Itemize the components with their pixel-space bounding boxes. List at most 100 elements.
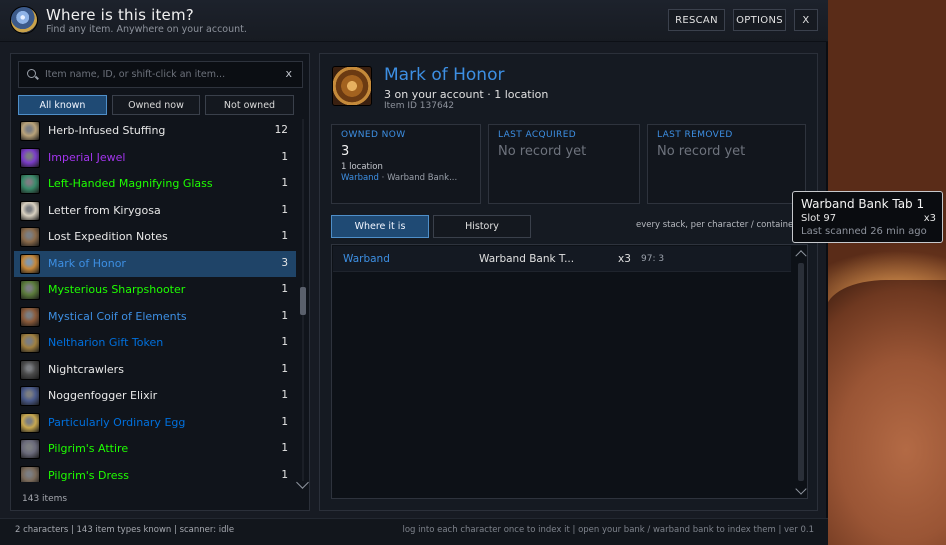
- dress-icon: [20, 465, 40, 482]
- tooltip-title: Warband Bank Tab 1: [801, 197, 925, 211]
- stuffing-icon: [20, 121, 40, 141]
- list-item[interactable]: Particularly Ordinary Egg 1: [14, 410, 296, 437]
- row-quantity: x3: [618, 253, 631, 265]
- attire-icon: [20, 439, 40, 459]
- mark-of-honor-icon: [20, 253, 40, 274]
- magnifying-glass-icon: [20, 174, 40, 194]
- item-name-label: Nightcrawlers: [48, 362, 124, 376]
- search-placeholder: Item name, ID, or shift-click an item...: [45, 69, 226, 80]
- item-list-scrollbar[interactable]: [300, 119, 306, 481]
- game-world-background: [826, 0, 946, 545]
- last-removed-card: LAST REMOVED No record yet: [647, 124, 806, 204]
- coif-icon: [20, 306, 40, 327]
- scroll-up-icon[interactable]: [795, 250, 807, 262]
- list-item[interactable]: Neltharion Gift Token 1: [14, 330, 296, 357]
- list-item[interactable]: Mark of Honor 3: [14, 250, 296, 277]
- item-name-label: Pilgrim's Dress: [48, 468, 130, 482]
- item-id: Item ID 137642: [384, 101, 455, 111]
- item-count-label: 1: [281, 283, 288, 295]
- last-acquired-value: No record yet: [498, 144, 587, 159]
- mark-of-honor-icon: [332, 66, 372, 106]
- item-count-label: 1: [281, 415, 288, 428]
- list-item[interactable]: Lost Expedition Notes 1: [14, 224, 296, 251]
- owned-location-count: 1 location: [341, 162, 383, 172]
- location-hint: every stack, per character / container: [636, 220, 797, 230]
- item-name-label: Imperial Jewel: [48, 150, 126, 164]
- locations-table: Warband Warband Bank T... x3 97: 3: [331, 244, 808, 499]
- item-count-label: 1: [281, 362, 288, 375]
- title-bar[interactable]: Where is this item? Find any item. Anywh…: [0, 0, 828, 42]
- search-icon: [27, 69, 36, 78]
- sharpshooter-icon: [20, 280, 40, 300]
- list-item[interactable]: Herb-Infused Stuffing 12: [14, 118, 296, 145]
- list-item[interactable]: Nightcrawlers 1: [14, 357, 296, 384]
- item-count-label: 1: [281, 442, 288, 454]
- item-detail-panel: Mark of Honor 3 on your account · 1 loca…: [319, 53, 818, 511]
- item-name-label: Left-Handed Magnifying Glass: [48, 177, 213, 190]
- tab-history[interactable]: History: [433, 215, 531, 238]
- item-count-label: 1: [281, 468, 288, 481]
- row-slot: 97: 3: [641, 254, 665, 264]
- tooltip-quantity: x3: [923, 213, 936, 224]
- item-count-label: 1: [281, 177, 288, 189]
- scroll-down-icon[interactable]: [296, 476, 309, 489]
- item-name-label: Lost Expedition Notes: [48, 230, 168, 243]
- addon-logo-icon: [10, 6, 38, 34]
- tooltip-slot: Slot 97: [801, 213, 837, 224]
- item-name-label: Mysterious Sharpshooter: [48, 283, 186, 296]
- item-list: Herb-Infused Stuffing 12 Imperial Jewel 1 Le…: [14, 118, 296, 482]
- options-button[interactable]: OPTIONS: [733, 9, 786, 31]
- item-count-label: 3: [281, 256, 288, 269]
- filter-all-known[interactable]: All known: [18, 95, 107, 115]
- item-count: 143 items: [22, 494, 68, 504]
- list-item[interactable]: Pilgrim's Dress 1: [14, 463, 296, 482]
- list-item[interactable]: Noggenfogger Elixir 1: [14, 383, 296, 410]
- item-name-label: Pilgrim's Attire: [48, 442, 129, 455]
- list-item[interactable]: Pilgrim's Attire 1: [14, 436, 296, 463]
- item-count-label: 1: [281, 309, 288, 322]
- clear-search-icon[interactable]: x: [285, 67, 292, 80]
- item-count-label: 1: [281, 150, 288, 163]
- item-name-label: Letter from Kirygosa: [48, 203, 161, 217]
- list-item[interactable]: Imperial Jewel 1: [14, 145, 296, 172]
- item-count-label: 12: [274, 124, 288, 136]
- owned-now-card: OWNED NOW 3 1 location Warband · Warband…: [331, 124, 481, 204]
- list-item[interactable]: Letter from Kirygosa 1: [14, 198, 296, 225]
- rescan-button[interactable]: RESCAN: [668, 9, 725, 31]
- egg-icon: [20, 412, 40, 433]
- list-item[interactable]: Mysterious Sharpshooter 1: [14, 277, 296, 304]
- scroll-down-icon[interactable]: [795, 483, 807, 495]
- item-name-label: Neltharion Gift Token: [48, 336, 164, 349]
- close-button[interactable]: X: [794, 9, 818, 31]
- jewel-icon: [20, 147, 40, 168]
- status-right: log into each character once to index it…: [402, 525, 814, 535]
- item-browser-panel: Item name, ID, or shift-click an item...…: [10, 53, 310, 511]
- location-warband[interactable]: Warband: [341, 173, 379, 183]
- letter-icon: [20, 200, 40, 221]
- tab-where-it-is[interactable]: Where it is: [331, 215, 429, 238]
- scrollbar-thumb[interactable]: [300, 287, 306, 315]
- list-item[interactable]: Mystical Coif of Elements 1: [14, 304, 296, 331]
- scrollbar-thumb[interactable]: [798, 263, 804, 481]
- location-warband-bank: Warband Bank...: [387, 173, 458, 183]
- status-left: 2 characters | 143 item types known | sc…: [15, 525, 235, 535]
- item-name-label: Herb-Infused Stuffing: [48, 124, 166, 137]
- item-name-label: Mark of Honor: [48, 256, 126, 270]
- table-row[interactable]: Warband Warband Bank T... x3 97: 3: [333, 246, 791, 272]
- location-separator: ·: [381, 173, 385, 183]
- list-item[interactable]: Left-Handed Magnifying Glass 1: [14, 171, 296, 198]
- item-count-label: 1: [281, 230, 288, 242]
- locations-scrollbar[interactable]: [795, 249, 807, 495]
- token-icon: [20, 333, 40, 353]
- notes-icon: [20, 227, 40, 247]
- row-container: Warband Bank T...: [479, 253, 575, 265]
- owned-now-value: 3: [341, 144, 350, 159]
- item-count-label: 1: [281, 203, 288, 216]
- filter-not-owned[interactable]: Not owned: [205, 95, 294, 115]
- filter-owned-now[interactable]: Owned now: [112, 95, 200, 115]
- where-is-this-item-window: Where is this item? Find any item. Anywh…: [0, 0, 828, 545]
- item-summary: 3 on your account · 1 location: [384, 88, 549, 101]
- item-name[interactable]: Mark of Honor: [384, 65, 504, 85]
- owned-locations: Warband · Warband Bank...: [341, 173, 457, 183]
- search-input[interactable]: Item name, ID, or shift-click an item...…: [18, 61, 303, 88]
